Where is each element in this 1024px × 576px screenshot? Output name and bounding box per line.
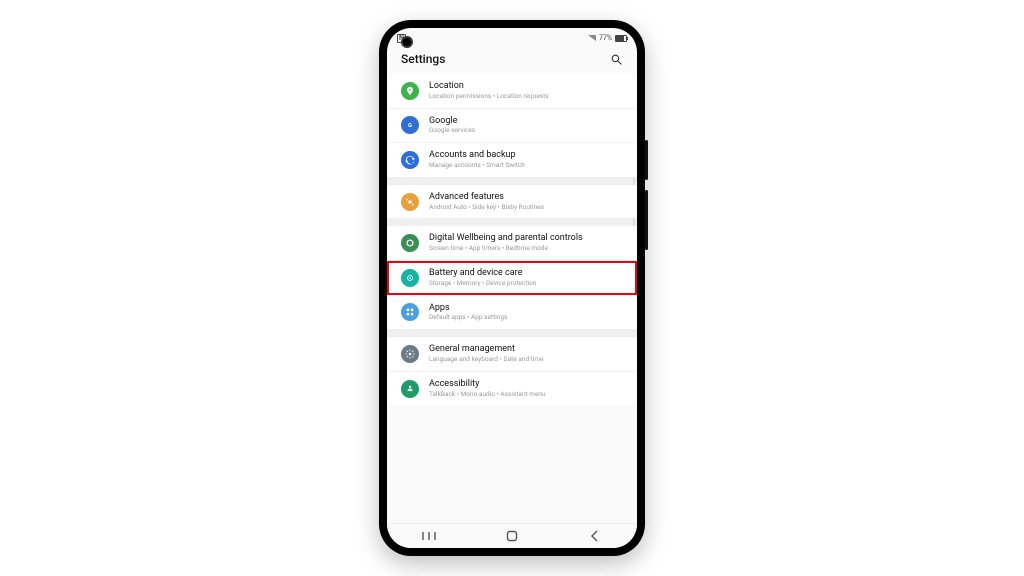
item-title: Advanced features — [429, 192, 544, 203]
accounts-icon — [401, 151, 419, 169]
item-subtitle: Manage accounts • Smart Switch — [429, 162, 525, 170]
status-bar: N 77% — [387, 28, 637, 48]
google-icon: G — [401, 116, 419, 134]
recents-button[interactable] — [409, 529, 449, 543]
item-title: Accessibility — [429, 379, 546, 390]
settings-item-google[interactable]: G GoogleGoogle services — [387, 108, 637, 143]
item-title: Google — [429, 116, 475, 127]
item-title: Apps — [429, 303, 507, 314]
stage: N 77% Settings LocationLocation permissi… — [0, 0, 1024, 576]
item-title: Battery and device care — [429, 268, 536, 279]
item-text: Accounts and backupManage accounts • Sma… — [429, 150, 525, 170]
signal-icon — [588, 35, 596, 41]
item-text: Advanced featuresAndroid Auto • Side key… — [429, 192, 544, 212]
back-icon — [590, 530, 600, 542]
apps-icon — [401, 303, 419, 321]
search-icon — [610, 53, 623, 66]
item-subtitle: Location permissions • Location requests — [429, 93, 549, 101]
settings-item-accounts[interactable]: Accounts and backupManage accounts • Sma… — [387, 142, 637, 177]
recents-icon — [422, 531, 436, 541]
item-title: Digital Wellbeing and parental controls — [429, 233, 583, 244]
side-button-1 — [645, 140, 648, 180]
settings-item-location[interactable]: LocationLocation permissions • Location … — [387, 74, 637, 108]
item-text: AppsDefault apps • App settings — [429, 303, 507, 323]
item-title: Accounts and backup — [429, 150, 525, 161]
item-subtitle: Default apps • App settings — [429, 314, 507, 322]
accessibility-icon — [401, 380, 419, 398]
battery-label: 77% — [599, 34, 612, 42]
phone-screen: N 77% Settings LocationLocation permissi… — [387, 28, 637, 548]
item-subtitle: Android Auto • Side key • Bixby Routines — [429, 204, 544, 212]
location-icon — [401, 82, 419, 100]
item-text: GoogleGoogle services — [429, 116, 475, 136]
svg-text:G: G — [408, 123, 412, 129]
back-button[interactable] — [575, 529, 615, 543]
item-subtitle: Language and keyboard • Date and time — [429, 356, 544, 364]
search-button[interactable] — [609, 52, 623, 66]
battery-icon — [615, 35, 627, 42]
settings-list[interactable]: LocationLocation permissions • Location … — [387, 74, 637, 523]
item-text: LocationLocation permissions • Location … — [429, 81, 549, 101]
item-text: AccessibilityTalkBack • Mono audio • Ass… — [429, 379, 546, 399]
group-divider — [387, 218, 637, 226]
settings-item-apps[interactable]: AppsDefault apps • App settings — [387, 295, 637, 330]
group-divider — [387, 329, 637, 337]
item-subtitle: Storage • Memory • Device protection — [429, 280, 536, 288]
item-subtitle: Screen time • App timers • Bedtime mode — [429, 245, 583, 253]
nav-bar — [387, 523, 637, 548]
phone-frame: N 77% Settings LocationLocation permissi… — [379, 20, 645, 556]
settings-item-battery[interactable]: Battery and device careStorage • Memory … — [387, 260, 637, 295]
app-header: Settings — [387, 48, 637, 74]
home-icon — [506, 530, 518, 542]
settings-item-accessibility[interactable]: AccessibilityTalkBack • Mono audio • Ass… — [387, 371, 637, 406]
settings-item-advanced[interactable]: Advanced featuresAndroid Auto • Side key… — [387, 185, 637, 219]
item-title: Location — [429, 81, 549, 92]
group-divider — [387, 177, 637, 185]
settings-item-general[interactable]: General managementLanguage and keyboard … — [387, 337, 637, 371]
page-title: Settings — [401, 52, 445, 66]
battery-icon — [401, 269, 419, 287]
wellbeing-icon — [401, 234, 419, 252]
item-subtitle: TalkBack • Mono audio • Assistant menu — [429, 391, 546, 399]
item-title: General management — [429, 344, 544, 355]
item-text: Battery and device careStorage • Memory … — [429, 268, 536, 288]
side-button-2 — [645, 190, 648, 250]
settings-item-wellbeing[interactable]: Digital Wellbeing and parental controlsS… — [387, 226, 637, 260]
home-button[interactable] — [492, 529, 532, 543]
item-text: Digital Wellbeing and parental controlsS… — [429, 233, 583, 253]
general-icon — [401, 345, 419, 363]
item-subtitle: Google services — [429, 127, 475, 135]
front-camera — [401, 36, 413, 48]
item-text: General managementLanguage and keyboard … — [429, 344, 544, 364]
advanced-icon — [401, 193, 419, 211]
